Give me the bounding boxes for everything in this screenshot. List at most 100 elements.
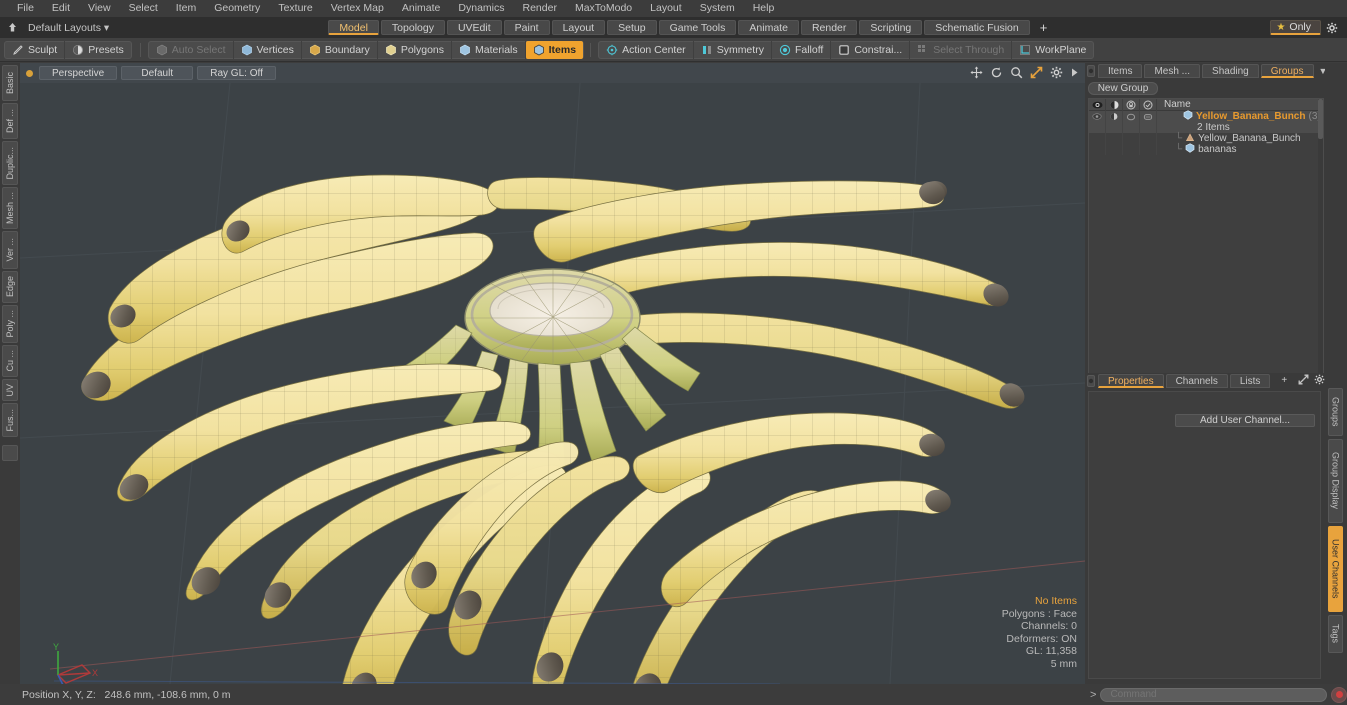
layout-tab-uvedit[interactable]: UVEdit <box>446 20 502 35</box>
menu-vertex-map[interactable]: Vertex Map <box>322 0 393 17</box>
menu-edit[interactable]: Edit <box>43 0 79 17</box>
eye-icon[interactable] <box>1089 98 1106 111</box>
tab-properties[interactable]: Properties <box>1098 374 1164 388</box>
menu-render[interactable]: Render <box>514 0 566 17</box>
left-tab-basic[interactable]: Basic <box>2 65 18 101</box>
viewport-view-mode-button[interactable]: Perspective <box>39 66 118 80</box>
left-tab-deform[interactable]: Def ... <box>2 103 18 139</box>
viewport-menu-dot-icon[interactable] <box>26 69 33 77</box>
right-tab-groups[interactable]: Groups <box>1328 388 1343 436</box>
menu-layout[interactable]: Layout <box>641 0 691 17</box>
menu-help[interactable]: Help <box>744 0 784 17</box>
left-tab-edge[interactable]: Edge <box>2 271 18 303</box>
left-tab-duplicate[interactable]: Duplic... <box>2 141 18 185</box>
tool-polygons[interactable]: Polygons <box>378 40 453 59</box>
properties-menu-icon[interactable] <box>1087 375 1095 387</box>
tool-items[interactable]: Items <box>525 40 584 59</box>
left-tab-mesh[interactable]: Mesh ... <box>2 187 18 229</box>
layout-tab-setup[interactable]: Setup <box>607 20 657 35</box>
play-icon[interactable] <box>1070 67 1079 78</box>
tool-presets[interactable]: Presets <box>65 41 131 59</box>
properties-gear-icon[interactable] <box>1314 374 1325 388</box>
new-group-button[interactable]: New Group <box>1088 82 1158 95</box>
tool-materials[interactable]: Materials <box>452 40 526 59</box>
layout-tab-schematic-fusion[interactable]: Schematic Fusion <box>924 20 1030 35</box>
panel-tab-shading[interactable]: Shading <box>1202 64 1259 78</box>
layout-tab-topology[interactable]: Topology <box>380 20 445 35</box>
maximize-icon[interactable] <box>1030 66 1043 79</box>
menu-texture[interactable]: Texture <box>269 0 321 17</box>
right-tab-user-channels[interactable]: User Channels <box>1328 526 1343 612</box>
left-tab-curve[interactable]: Cu ... <box>2 345 18 377</box>
groups-list-scrollbar[interactable] <box>1318 99 1323 402</box>
properties-maximize-icon[interactable] <box>1298 374 1309 388</box>
menu-maxtomodo[interactable]: MaxToModo <box>566 0 641 17</box>
select-icon[interactable] <box>1140 98 1157 111</box>
panel-tab-items[interactable]: Items <box>1098 64 1143 78</box>
tool-sculpt[interactable]: Sculpt <box>5 40 66 59</box>
tool-boundary[interactable]: Boundary <box>302 40 378 59</box>
row-lock-icon[interactable] <box>1123 111 1140 122</box>
row-eye-icon[interactable] <box>1089 111 1106 122</box>
menu-select[interactable]: Select <box>120 0 167 17</box>
layout-tab-scripting[interactable]: Scripting <box>859 20 923 35</box>
layout-home-icon[interactable] <box>0 17 24 38</box>
left-tab-collapse[interactable] <box>2 445 18 461</box>
groups-list-scrollbar-thumb[interactable] <box>1318 99 1323 139</box>
tool-auto-select[interactable]: Auto Select <box>149 40 234 59</box>
tool-workplane[interactable]: WorkPlane <box>1012 41 1093 59</box>
menu-geometry[interactable]: Geometry <box>205 0 269 17</box>
layout-tab-layout[interactable]: Layout <box>551 20 606 35</box>
tab-lists[interactable]: Lists <box>1229 374 1271 388</box>
record-macro-button[interactable] <box>1331 686 1347 703</box>
row-select-icon[interactable] <box>1140 111 1157 122</box>
left-tab-uv[interactable]: UV <box>2 379 18 401</box>
tab-add[interactable]: + <box>1272 374 1296 388</box>
lock-icon[interactable] <box>1123 98 1140 111</box>
list-item[interactable]: └ bananas <box>1089 143 1323 155</box>
layout-tab-animate[interactable]: Animate <box>738 20 799 35</box>
tool-constraint[interactable]: Constrai... <box>831 40 911 59</box>
viewport-shading-button[interactable]: Default <box>121 66 194 80</box>
tool-vertices[interactable]: Vertices <box>234 40 302 59</box>
left-tab-polygon[interactable]: Poly ... <box>2 305 18 343</box>
row-render-icon[interactable] <box>1106 111 1123 122</box>
groups-list[interactable]: Name Yellow_Banana_Bunch (3) 2 Items └ Y… <box>1088 98 1324 403</box>
layout-settings-gear-icon[interactable] <box>1321 19 1343 36</box>
add-layout-tab-button[interactable]: + <box>1032 20 1056 35</box>
command-input[interactable] <box>1100 687 1327 702</box>
right-tab-tags[interactable]: Tags <box>1328 615 1343 653</box>
tool-symmetry[interactable]: Symmetry <box>694 40 772 59</box>
render-icon[interactable] <box>1106 98 1123 111</box>
panel-tab-groups[interactable]: Groups <box>1260 64 1314 78</box>
zoom-icon[interactable] <box>1010 66 1023 79</box>
layout-tab-model[interactable]: Model <box>328 20 379 35</box>
tool-select-through[interactable]: Select Through <box>910 40 1013 59</box>
menu-item[interactable]: Item <box>167 0 205 17</box>
rotate-icon[interactable] <box>990 66 1003 79</box>
3d-viewport[interactable]: Perspective Default Ray GL: Off Y X No I… <box>20 63 1085 684</box>
gear-icon[interactable] <box>1050 66 1063 79</box>
viewport-scene[interactable]: Y X Z No Items Polygons : Face Channels:… <box>20 83 1085 684</box>
tool-action-center[interactable]: Action Center <box>599 40 694 59</box>
menu-file[interactable]: File <box>8 0 43 17</box>
menu-system[interactable]: System <box>691 0 744 17</box>
menu-animate[interactable]: Animate <box>393 0 450 17</box>
tab-channels[interactable]: Channels <box>1165 374 1228 388</box>
panel-tab-mesh[interactable]: Mesh ... <box>1144 64 1201 78</box>
menu-view[interactable]: View <box>79 0 120 17</box>
tool-falloff[interactable]: Falloff <box>772 40 832 59</box>
only-toggle-button[interactable]: ★ Only <box>1270 20 1321 35</box>
right-tab-group-display[interactable]: Group Display <box>1328 439 1343 523</box>
left-tab-vertex[interactable]: Ver ... <box>2 231 18 269</box>
viewport-raygl-button[interactable]: Ray GL: Off <box>197 66 276 80</box>
left-tab-fusion[interactable]: Fus... <box>2 403 18 437</box>
table-row[interactable]: Yellow_Banana_Bunch (3) <box>1089 110 1323 122</box>
layout-tab-render[interactable]: Render <box>800 20 858 35</box>
move-icon[interactable] <box>970 66 983 79</box>
panel-menu-icon[interactable] <box>1087 65 1095 77</box>
menu-dynamics[interactable]: Dynamics <box>449 0 513 17</box>
add-user-channel-button[interactable]: Add User Channel... <box>1175 414 1315 427</box>
layout-tab-paint[interactable]: Paint <box>503 20 550 35</box>
layout-tab-game-tools[interactable]: Game Tools <box>658 20 737 35</box>
